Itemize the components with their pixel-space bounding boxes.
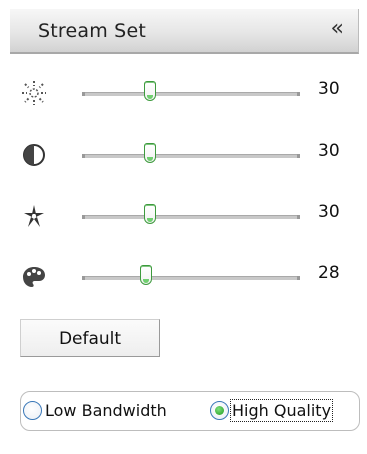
high-quality-radio[interactable] bbox=[210, 401, 229, 420]
hue-value: 28 bbox=[318, 263, 340, 283]
low-bandwidth-radio[interactable] bbox=[23, 401, 42, 420]
collapse-icon[interactable]: « bbox=[331, 18, 344, 40]
brightness-slider-row: 30 bbox=[0, 77, 367, 117]
hue-slider-row: 28 bbox=[0, 261, 367, 301]
brightness-thumb[interactable] bbox=[144, 81, 156, 101]
contrast-track[interactable] bbox=[82, 154, 300, 158]
hue-thumb[interactable] bbox=[140, 265, 152, 285]
brightness-value: 30 bbox=[318, 79, 340, 99]
contrast-slider-row: 30 bbox=[0, 139, 367, 179]
saturation-track[interactable] bbox=[82, 215, 300, 219]
default-button[interactable]: Default bbox=[20, 319, 160, 357]
quality-mode-group: Low Bandwidth High Quality bbox=[20, 391, 360, 431]
low-bandwidth-label[interactable]: Low Bandwidth bbox=[45, 401, 167, 420]
contrast-icon bbox=[20, 141, 48, 169]
contrast-value: 30 bbox=[318, 141, 340, 161]
saturation-thumb[interactable] bbox=[144, 204, 156, 224]
saturation-icon bbox=[20, 202, 48, 230]
hue-icon bbox=[20, 263, 48, 291]
high-quality-label[interactable]: High Quality bbox=[229, 399, 334, 422]
saturation-value: 30 bbox=[318, 202, 340, 222]
brightness-track[interactable] bbox=[82, 92, 300, 96]
stream-set-header: Stream Set « bbox=[10, 9, 359, 54]
contrast-thumb[interactable] bbox=[144, 143, 156, 163]
hue-track[interactable] bbox=[82, 276, 300, 280]
panel-title: Stream Set bbox=[38, 20, 146, 42]
brightness-icon bbox=[20, 79, 48, 107]
saturation-slider-row: 30 bbox=[0, 200, 367, 240]
